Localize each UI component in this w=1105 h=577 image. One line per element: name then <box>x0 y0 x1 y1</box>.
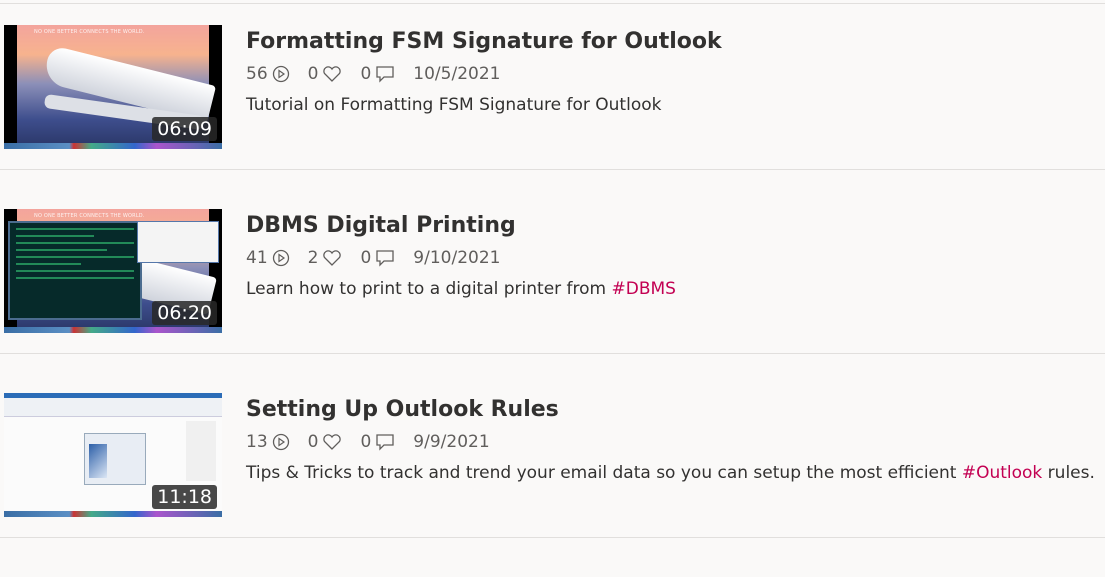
video-list-item[interactable]: NO ONE BETTER CONNECTS THE WORLD. 06:09 … <box>0 25 1105 209</box>
video-title[interactable]: Setting Up Outlook Rules <box>246 395 1095 425</box>
play-circle-icon <box>272 65 289 83</box>
like-count[interactable]: 2 <box>308 248 343 268</box>
heart-icon <box>323 66 342 82</box>
thumbnail-tagline: NO ONE BETTER CONNECTS THE WORLD. <box>34 213 145 219</box>
play-circle-icon <box>272 433 289 451</box>
like-count[interactable]: 0 <box>308 64 343 84</box>
video-duration: 06:20 <box>152 301 217 325</box>
upload-date: 9/9/2021 <box>413 432 490 452</box>
heart-icon <box>323 250 342 266</box>
divider <box>0 537 1105 538</box>
comment-count[interactable]: 0 <box>360 248 395 268</box>
comment-count[interactable]: 0 <box>360 64 395 84</box>
play-circle-icon <box>272 249 289 267</box>
upload-date: 9/10/2021 <box>413 248 501 268</box>
video-description: Tips & Tricks to track and trend your em… <box>246 463 1095 483</box>
video-duration: 06:09 <box>152 117 217 141</box>
video-title[interactable]: Formatting FSM Signature for Outlook <box>246 27 722 57</box>
video-thumbnail[interactable]: NO ONE BETTER CONNECTS THE WORLD. 06:09 <box>4 25 222 149</box>
comment-count[interactable]: 0 <box>360 432 395 452</box>
like-count[interactable]: 0 <box>308 432 343 452</box>
video-duration: 11:18 <box>152 485 217 509</box>
video-list-item[interactable]: 11:18 Setting Up Outlook Rules 13 0 0 9/… <box>0 393 1105 577</box>
comment-icon <box>376 434 394 451</box>
thumbnail-tagline: NO ONE BETTER CONNECTS THE WORLD. <box>34 29 145 35</box>
comment-icon <box>376 66 394 83</box>
comment-icon <box>376 250 394 267</box>
video-description: Tutorial on Formatting FSM Signature for… <box>246 95 662 115</box>
view-count: 41 <box>246 248 290 268</box>
hashtag-link[interactable]: #DBMS <box>612 279 676 299</box>
video-list-item[interactable]: NO ONE BETTER CONNECTS THE WORLD. 06:20 … <box>0 209 1105 393</box>
upload-date: 10/5/2021 <box>413 64 501 84</box>
view-count: 13 <box>246 432 290 452</box>
hashtag-link[interactable]: #Outlook <box>962 463 1042 483</box>
video-description: Learn how to print to a digital printer … <box>246 279 676 299</box>
video-thumbnail[interactable]: NO ONE BETTER CONNECTS THE WORLD. 06:20 <box>4 209 222 333</box>
video-title[interactable]: DBMS Digital Printing <box>246 211 676 241</box>
divider <box>0 169 1105 170</box>
video-thumbnail[interactable]: 11:18 <box>4 393 222 517</box>
view-count: 56 <box>246 64 290 84</box>
heart-icon <box>323 434 342 450</box>
divider <box>0 3 1105 4</box>
divider <box>0 353 1105 354</box>
